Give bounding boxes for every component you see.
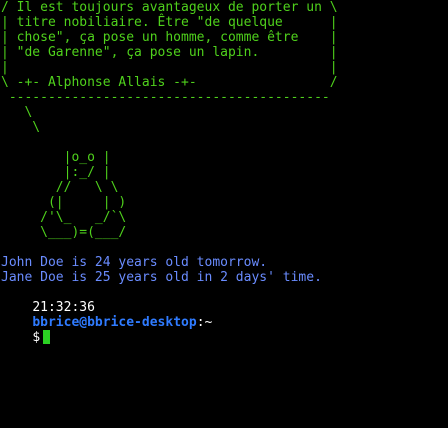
art-line: \ -+- Alphonse Allais -+- / <box>1 75 338 90</box>
art-line <box>0 135 448 150</box>
art-line: / Il est toujours avantageux de porter u… <box>1 0 338 15</box>
art-line: \ <box>1 120 41 135</box>
output-line: John Doe is 24 years old tomorrow. <box>1 255 268 270</box>
art-line: /'\_ _/`\ <box>1 210 127 225</box>
art-line: // \ \ <box>1 180 119 195</box>
prompt-user-host: bbrice@bbrice-desktop <box>32 315 197 330</box>
art-line: \___)=(___/ <box>1 225 127 240</box>
art-line: | | <box>1 60 338 75</box>
art-line: (| | ) <box>1 195 127 210</box>
prompt-time: 21:32:36 <box>32 300 95 315</box>
terminal-window[interactable]: / Il est toujours avantageux de porter u… <box>0 0 448 428</box>
prompt-path: ~ <box>204 315 213 330</box>
cowsay-art: / Il est toujours avantageux de porter u… <box>0 0 448 255</box>
art-line: | "de Garenne", ça pose un lapin. | <box>1 45 338 60</box>
prompt-symbol: $ <box>32 330 41 345</box>
art-line: \ <box>1 105 33 120</box>
art-line: |o_o | <box>1 150 111 165</box>
art-line: | titre nobiliaire. Être "de quelque | <box>1 15 338 30</box>
art-line: ----------------------------------------… <box>1 90 330 105</box>
cursor[interactable] <box>43 330 51 344</box>
art-line: |:_/ | <box>1 165 111 180</box>
output-line: Jane Doe is 25 years old in 2 days' time… <box>1 270 322 285</box>
command-output: John Doe is 24 years old tomorrow. Jane D… <box>0 255 448 285</box>
art-line <box>0 240 448 255</box>
shell-prompt[interactable]: 21:32:36 bbrice@bbrice-desktop:~ $ <box>0 285 448 345</box>
art-line: | chose", ça pose un homme, comme être | <box>1 30 338 45</box>
prompt-separator: : <box>196 315 205 330</box>
